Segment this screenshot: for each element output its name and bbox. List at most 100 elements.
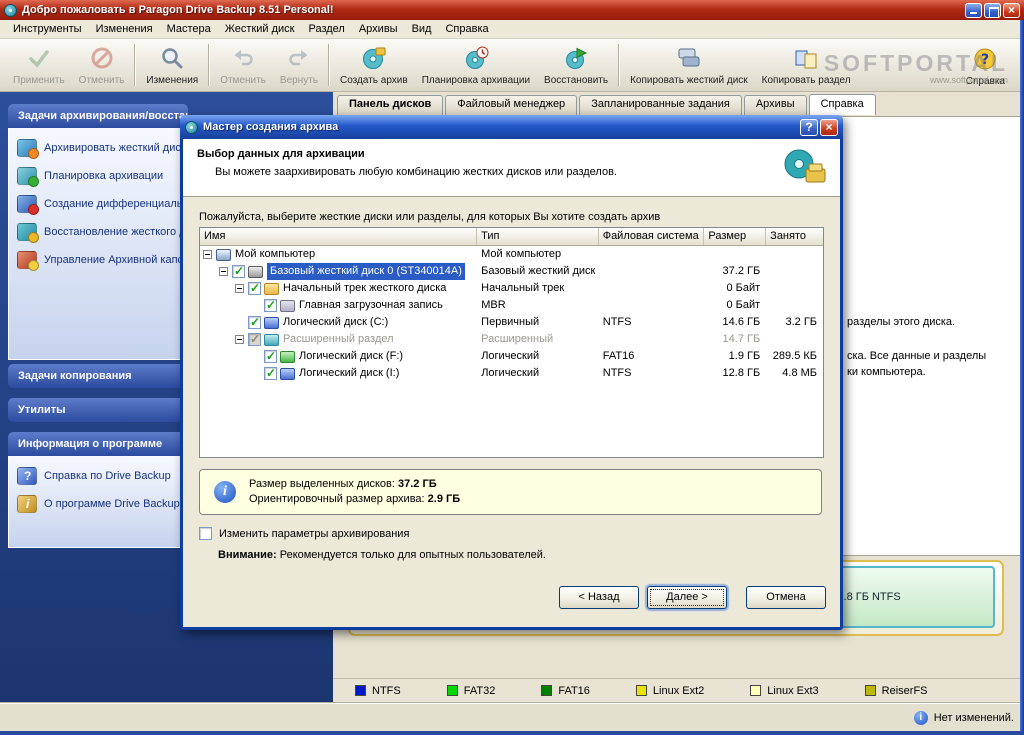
sidebar-item-about-drive-backup[interactable]: О программе Drive Backup <box>13 490 183 518</box>
info-icon: i <box>214 481 236 503</box>
tab-help[interactable]: Справка <box>808 94 876 115</box>
menu-tools[interactable]: Инструменты <box>6 21 89 37</box>
create-archive-icon <box>361 45 387 74</box>
copy-partition-button[interactable]: Копировать раздел <box>755 43 858 88</box>
view-changes-button[interactable]: Изменения <box>139 43 205 88</box>
table-row-first-track[interactable]: Начальный трек жесткого диска Начальный … <box>200 280 823 297</box>
selected-row-label: Базовый жесткий диск 0 (ST340014A) <box>267 263 465 280</box>
selected-size-label: Размер выделенных дисков: <box>249 478 395 490</box>
change-options-label: Изменить параметры архивирования <box>219 527 410 540</box>
expander-icon[interactable] <box>219 267 228 276</box>
magnifier-icon <box>159 45 185 74</box>
row-checkbox-dimmed[interactable] <box>248 331 261 348</box>
column-filesystem[interactable]: Файловая система <box>599 228 705 245</box>
dialog-help-button[interactable] <box>800 118 818 136</box>
column-name[interactable]: Имя <box>200 228 478 245</box>
computer-icon <box>216 248 231 261</box>
cancel-button[interactable]: Отмена <box>746 586 826 609</box>
tab-disk-panel[interactable]: Панель дисков <box>337 95 444 116</box>
minimize-button[interactable] <box>965 2 982 18</box>
partition-icon <box>280 367 295 380</box>
restore-icon <box>563 45 589 74</box>
expander-icon[interactable] <box>235 335 244 344</box>
table-row-basic-disk[interactable]: Базовый жесткий диск 0 (ST340014A) Базов… <box>200 263 823 280</box>
tab-archives[interactable]: Архивы <box>743 95 807 116</box>
help-text-line: ска. Все данные и разделы <box>847 350 987 362</box>
menu-changes[interactable]: Изменения <box>89 21 160 37</box>
partition-icon <box>280 350 295 363</box>
undo-icon <box>230 45 256 74</box>
help-book-icon <box>17 467 37 485</box>
row-checkbox-checked[interactable] <box>248 280 261 297</box>
menu-partition[interactable]: Раздел <box>301 21 351 37</box>
copy-partition-icon <box>793 45 819 74</box>
legend-item-reiserfs: ReiserFS <box>864 685 928 697</box>
help-button[interactable]: ? Справка <box>959 44 1012 89</box>
tab-scheduled-tasks[interactable]: Запланированные задания <box>579 95 742 116</box>
menu-view[interactable]: Вид <box>405 21 439 37</box>
legend-item-linux-ext3: Linux Ext3 <box>750 685 819 697</box>
warning-row: Внимание: Рекомендуется только для опытн… <box>218 549 546 561</box>
status-bar: i Нет изменений. <box>0 703 1024 731</box>
menu-help[interactable]: Справка <box>438 21 495 37</box>
dialog-titlebar[interactable]: Мастер создания архива <box>180 115 843 139</box>
tab-file-manager[interactable]: Файловый менеджер <box>445 95 578 116</box>
redo-icon <box>286 45 312 74</box>
fat32-color-swatch <box>446 685 458 696</box>
menu-hard-disk[interactable]: Жесткий диск <box>218 21 302 37</box>
expander-icon[interactable] <box>203 250 212 259</box>
legend-item-fat32: FAT32 <box>446 685 495 697</box>
toolbar-separator <box>134 44 137 86</box>
dialog-header: Выбор данных для архивации Вы можете заа… <box>183 139 840 197</box>
table-row-extended-partition[interactable]: Расширенный раздел Расширенный 14.7 ГБ <box>200 331 823 348</box>
selected-size-value: 37.2 ГБ <box>398 478 437 490</box>
column-used[interactable]: Занято <box>766 228 823 245</box>
change-options-checkbox[interactable] <box>199 527 212 540</box>
schedule-backup-button[interactable]: Планировка архивации <box>415 43 537 88</box>
sidebar-section-copy-tasks[interactable]: Задачи копирования <box>8 364 188 388</box>
sidebar-item-archive-capsule[interactable]: Управление Архивной капсулой <box>13 246 183 274</box>
warning-label: Внимание: <box>218 549 277 561</box>
apply-button[interactable]: Применить <box>6 43 72 88</box>
table-row-my-computer[interactable]: Мой компьютер Мой компьютер <box>200 246 823 263</box>
row-checkbox-checked[interactable] <box>264 365 277 382</box>
sidebar-item-restore-disk[interactable]: Восстановление жесткого диска <box>13 218 183 246</box>
back-button[interactable]: < Назад <box>559 586 639 609</box>
table-row-disk-f[interactable]: Логический диск (F:) Логический FAT16 1.… <box>200 348 823 365</box>
row-checkbox-checked[interactable] <box>264 297 277 314</box>
menu-wizards[interactable]: Мастера <box>160 21 218 37</box>
table-row-disk-c[interactable]: Логический диск (C:) Первичный NTFS 14.6… <box>200 314 823 331</box>
next-button[interactable]: Далее > <box>647 586 727 609</box>
table-row-mbr[interactable]: Главная загрузочная запись MBR 0 Байт <box>200 297 823 314</box>
ext2-color-swatch <box>635 685 647 696</box>
dialog-close-button[interactable] <box>820 118 838 136</box>
expander-icon[interactable] <box>235 284 244 293</box>
discard-button[interactable]: Отменить <box>72 43 132 88</box>
row-checkbox-checked[interactable] <box>264 348 277 365</box>
status-message: Нет изменений. <box>933 711 1014 724</box>
sidebar-item-differential-archive[interactable]: Создание дифференциального архива <box>13 190 183 218</box>
restore-button[interactable]: Восстановить <box>537 43 615 88</box>
row-checkbox-checked[interactable] <box>248 314 261 331</box>
undo-button[interactable]: Отменить <box>213 43 273 88</box>
sidebar-section-program-info[interactable]: Информация о программе <box>8 432 188 456</box>
row-checkbox-checked[interactable] <box>232 263 245 280</box>
menu-archives[interactable]: Архивы <box>352 21 405 37</box>
sidebar-item-schedule-backup[interactable]: Планировка архивации <box>13 162 183 190</box>
sidebar-item-help-drive-backup[interactable]: Справка по Drive Backup <box>13 462 183 490</box>
copy-disk-button[interactable]: Копировать жесткий диск <box>623 43 755 88</box>
column-type[interactable]: Тип <box>477 228 599 245</box>
window-title: Добро пожаловать в Paragon Drive Backup … <box>22 4 334 16</box>
toolbar-separator <box>618 44 621 86</box>
sidebar-section-utilities[interactable]: Утилиты <box>8 398 188 422</box>
archive-disk-icon <box>782 146 828 191</box>
table-row-disk-i[interactable]: Логический диск (I:) Логический NTFS 12.… <box>200 365 823 382</box>
column-size[interactable]: Размер <box>704 228 767 245</box>
redo-button[interactable]: Вернуть <box>273 43 325 88</box>
maximize-button[interactable] <box>984 2 1001 18</box>
sidebar-item-backup-disk[interactable]: Архивировать жесткий диск <box>13 134 183 162</box>
sidebar-section-backup-tasks[interactable]: Задачи архивирования/восстановления <box>8 104 188 128</box>
hard-disk-icon <box>248 265 263 278</box>
create-archive-button[interactable]: Создать архив <box>333 43 415 88</box>
close-button[interactable] <box>1003 2 1020 18</box>
